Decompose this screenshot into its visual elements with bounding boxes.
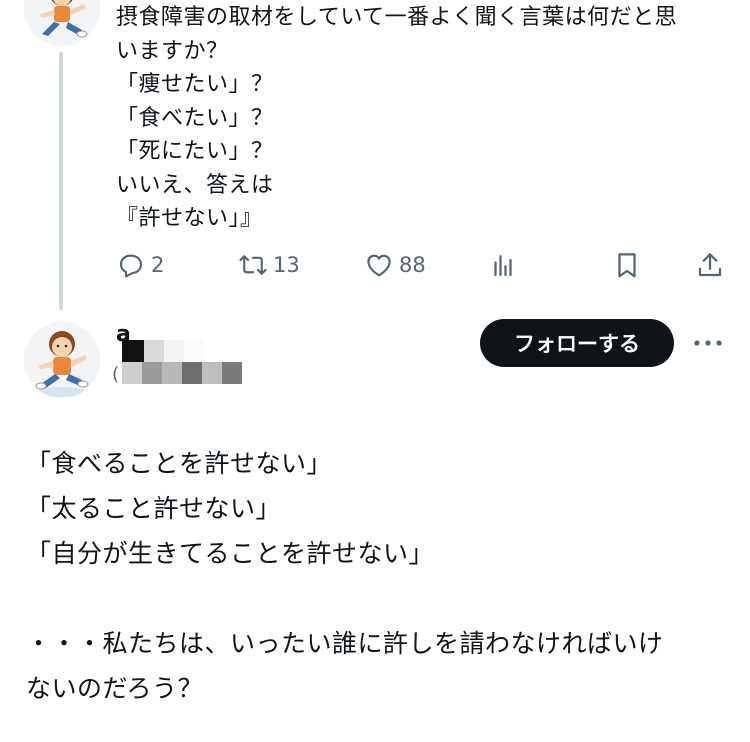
main-tweet-line <box>26 576 736 621</box>
parent-tweet-line: 「死にたい」？ <box>116 139 274 164</box>
more-options-button[interactable] <box>692 333 724 353</box>
author-handle-open-paren: ( <box>112 364 120 385</box>
author-avatar[interactable] <box>24 322 100 398</box>
parent-tweet-line: いますか？ <box>116 38 229 64</box>
parent-tweet-line: 「食べたい」？ <box>116 105 274 131</box>
more-horizontal-icon <box>694 340 722 346</box>
runner-girl-avatar-icon <box>24 322 100 398</box>
runner-girl-avatar-icon <box>24 0 100 46</box>
reply-count: 2 <box>151 253 165 277</box>
parent-tweet-line: 『許せない」』 <box>116 206 263 231</box>
parent-tweet-action-bar: 2 13 88 <box>0 248 750 282</box>
parent-tweet-line: 「痩せたい」？ <box>116 72 274 97</box>
share-button[interactable] <box>695 248 725 282</box>
share-icon <box>698 253 722 277</box>
views-button[interactable] <box>488 248 518 282</box>
reply-icon <box>119 254 143 278</box>
retweet-icon <box>239 255 267 275</box>
bookmark-button[interactable] <box>612 248 642 282</box>
main-tweet-line: 「食べることを許せない」 <box>26 449 333 478</box>
follow-button[interactable]: フォローする <box>480 319 674 367</box>
like-button[interactable]: 88 <box>364 248 426 282</box>
main-tweet-line: 「自分が生きてることを許せない」 <box>26 539 435 568</box>
parent-tweet-line: 摂食障害の取材をしていて一番よく聞く言葉は何だと思 <box>116 5 678 30</box>
views-bar-chart-icon <box>494 255 512 277</box>
reply-button[interactable]: 2 <box>116 248 164 282</box>
author-name-block[interactable]: a <box>116 322 256 384</box>
retweet-button[interactable]: 13 <box>238 248 300 282</box>
main-tweet-line: 「太ること許せない」 <box>26 494 282 523</box>
main-tweet-line: ・・・私たちは、いったい誰に許しを請わなければいけ <box>26 629 664 658</box>
main-tweet-line: ないのだろう？ <box>26 674 204 703</box>
heart-icon <box>367 254 391 277</box>
main-tweet-text: 「食べることを許せない」 「太ること許せない」 「自分が生きてることを許せない」… <box>26 441 736 711</box>
parent-tweet-avatar[interactable] <box>24 0 100 46</box>
redaction-mosaic <box>122 340 242 384</box>
parent-tweet-text: 摂食障害の取材をしていて一番よく聞く言葉は何だと思 いますか？ 「痩せたい」？ … <box>116 1 736 236</box>
like-count: 88 <box>399 253 426 277</box>
retweet-count: 13 <box>273 253 300 277</box>
bookmark-icon <box>618 253 636 278</box>
parent-tweet-line: いいえ、答えは <box>116 172 274 198</box>
